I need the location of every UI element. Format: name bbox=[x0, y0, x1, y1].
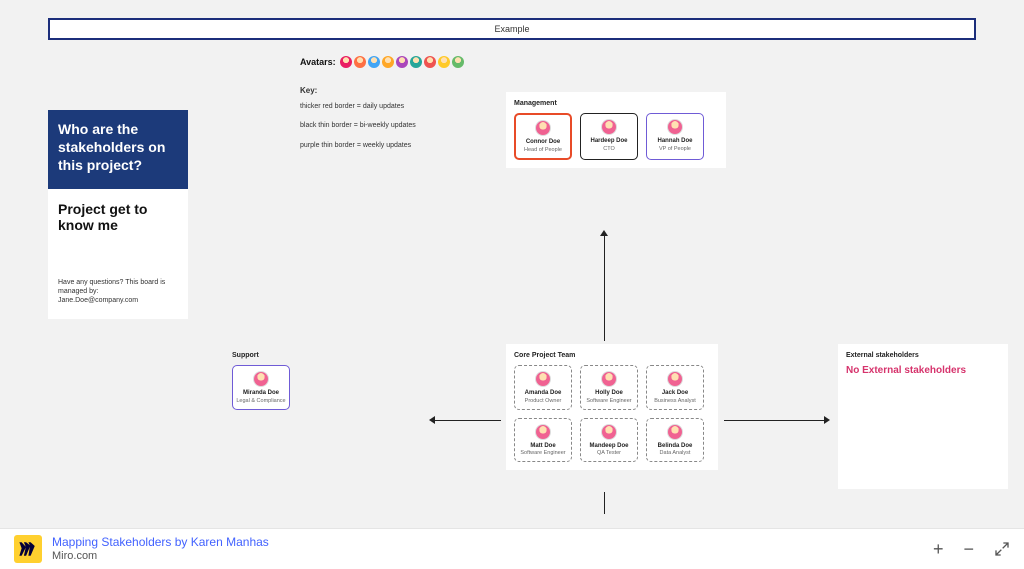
legend-key: Key: thicker red border = daily updates … bbox=[300, 86, 420, 160]
miro-glyph-icon bbox=[19, 540, 37, 558]
arrow-left-icon bbox=[429, 416, 435, 424]
person-role: Data Analyst bbox=[649, 450, 701, 456]
panel-title: Core Project Team bbox=[514, 352, 710, 359]
avatar-icon bbox=[667, 424, 683, 440]
arrow-line bbox=[604, 492, 605, 514]
arrow-line bbox=[435, 420, 501, 421]
avatar-icon bbox=[424, 56, 436, 68]
stakeholder-question: Who are the stakeholders on this project… bbox=[48, 110, 188, 189]
miro-logo-icon[interactable] bbox=[14, 535, 42, 563]
footer-bar: Mapping Stakeholders by Karen Manhas Mir… bbox=[0, 529, 1024, 569]
person-card[interactable]: Hardeep Doe CTO bbox=[580, 113, 638, 160]
avatars-row: Avatars: bbox=[300, 56, 464, 68]
external-message: No External stakeholders bbox=[846, 365, 1000, 376]
avatar-icon bbox=[340, 56, 352, 68]
person-name: Belinda Doe bbox=[649, 443, 701, 450]
avatar-icon bbox=[535, 371, 551, 387]
person-role: VP of People bbox=[649, 146, 701, 152]
avatar-icon bbox=[438, 56, 450, 68]
person-name: Matt Doe bbox=[517, 443, 569, 450]
person-card[interactable]: Hannah Doe VP of People bbox=[646, 113, 704, 160]
avatar-icon bbox=[382, 56, 394, 68]
person-card[interactable]: Mandeep Doe QA Tester bbox=[580, 418, 638, 463]
zoom-out-button[interactable]: − bbox=[963, 539, 974, 560]
person-role: Software Engineer bbox=[517, 450, 569, 456]
avatar-icon bbox=[354, 56, 366, 68]
external-panel[interactable]: External stakeholders No External stakeh… bbox=[838, 344, 1008, 489]
person-name: Jack Doe bbox=[649, 390, 701, 397]
person-role: Legal & Compliance bbox=[235, 398, 287, 404]
core-cards: Amanda Doe Product Owner Holly Doe Softw… bbox=[514, 365, 710, 462]
contact-note: Have any questions? This board is manage… bbox=[48, 238, 188, 319]
person-role: CTO bbox=[583, 146, 635, 152]
zoom-in-button[interactable]: + bbox=[933, 539, 944, 560]
panel-title: Management bbox=[514, 100, 718, 107]
key-item: thicker red border = daily updates bbox=[300, 102, 420, 111]
example-banner: Example bbox=[48, 18, 976, 40]
footer-source: Miro.com bbox=[52, 550, 269, 563]
expand-icon bbox=[994, 541, 1010, 557]
management-cards: Connor Doe Head of People Hardeep Doe CT… bbox=[514, 113, 718, 160]
avatar-icon bbox=[368, 56, 380, 68]
footer-controls: + − bbox=[933, 539, 1010, 560]
person-role: QA Tester bbox=[583, 450, 635, 456]
left-info-card: Who are the stakeholders on this project… bbox=[48, 110, 188, 319]
arrow-line bbox=[604, 235, 605, 341]
avatars-label: Avatars: bbox=[300, 57, 336, 67]
person-name: Hardeep Doe bbox=[583, 138, 635, 145]
person-card[interactable]: Jack Doe Business Analyst bbox=[646, 365, 704, 410]
person-name: Hannah Doe bbox=[649, 138, 701, 145]
panel-title: Support bbox=[232, 352, 316, 359]
avatar-icon bbox=[410, 56, 422, 68]
person-card[interactable]: Connor Doe Head of People bbox=[514, 113, 572, 160]
person-role: Business Analyst bbox=[649, 398, 701, 404]
person-name: Holly Doe bbox=[583, 390, 635, 397]
panel-title: External stakeholders bbox=[846, 352, 1000, 359]
fullscreen-button[interactable] bbox=[994, 541, 1010, 557]
avatar-icon bbox=[253, 371, 269, 387]
arrow-line bbox=[724, 420, 824, 421]
person-card[interactable]: Amanda Doe Product Owner bbox=[514, 365, 572, 410]
person-name: Miranda Doe bbox=[235, 390, 287, 397]
management-panel[interactable]: Management Connor Doe Head of People Har… bbox=[506, 92, 726, 168]
avatar-icons bbox=[340, 56, 464, 68]
avatar-icon bbox=[452, 56, 464, 68]
person-card[interactable]: Holly Doe Software Engineer bbox=[580, 365, 638, 410]
avatar-icon bbox=[535, 120, 551, 136]
support-panel[interactable]: Support Miranda Doe Legal & Compliance bbox=[224, 344, 324, 418]
key-item: purple thin border = weekly updates bbox=[300, 141, 420, 150]
arrow-right-icon bbox=[824, 416, 830, 424]
key-title: Key: bbox=[300, 86, 420, 96]
avatar-icon bbox=[667, 119, 683, 135]
arrow-up-icon bbox=[600, 230, 608, 236]
avatar-icon bbox=[535, 424, 551, 440]
person-role: Product Owner bbox=[517, 398, 569, 404]
footer-text: Mapping Stakeholders by Karen Manhas Mir… bbox=[52, 535, 269, 563]
avatar-icon bbox=[667, 371, 683, 387]
person-role: Software Engineer bbox=[583, 398, 635, 404]
banner-label: Example bbox=[494, 24, 529, 34]
person-card[interactable]: Miranda Doe Legal & Compliance bbox=[232, 365, 290, 410]
person-name: Mandeep Doe bbox=[583, 443, 635, 450]
avatar-icon bbox=[601, 424, 617, 440]
project-title: Project get to know me bbox=[48, 189, 188, 239]
person-role: Head of People bbox=[518, 147, 568, 153]
support-cards: Miranda Doe Legal & Compliance bbox=[232, 365, 316, 410]
avatar-icon bbox=[396, 56, 408, 68]
key-item: black thin border = bi-weekly updates bbox=[300, 121, 420, 130]
person-card[interactable]: Matt Doe Software Engineer bbox=[514, 418, 572, 463]
person-name: Connor Doe bbox=[518, 139, 568, 146]
avatar-icon bbox=[601, 371, 617, 387]
person-card[interactable]: Belinda Doe Data Analyst bbox=[646, 418, 704, 463]
avatar-icon bbox=[601, 119, 617, 135]
person-name: Amanda Doe bbox=[517, 390, 569, 397]
core-team-panel[interactable]: Core Project Team Amanda Doe Product Own… bbox=[506, 344, 718, 470]
footer-title[interactable]: Mapping Stakeholders by Karen Manhas bbox=[52, 535, 269, 549]
